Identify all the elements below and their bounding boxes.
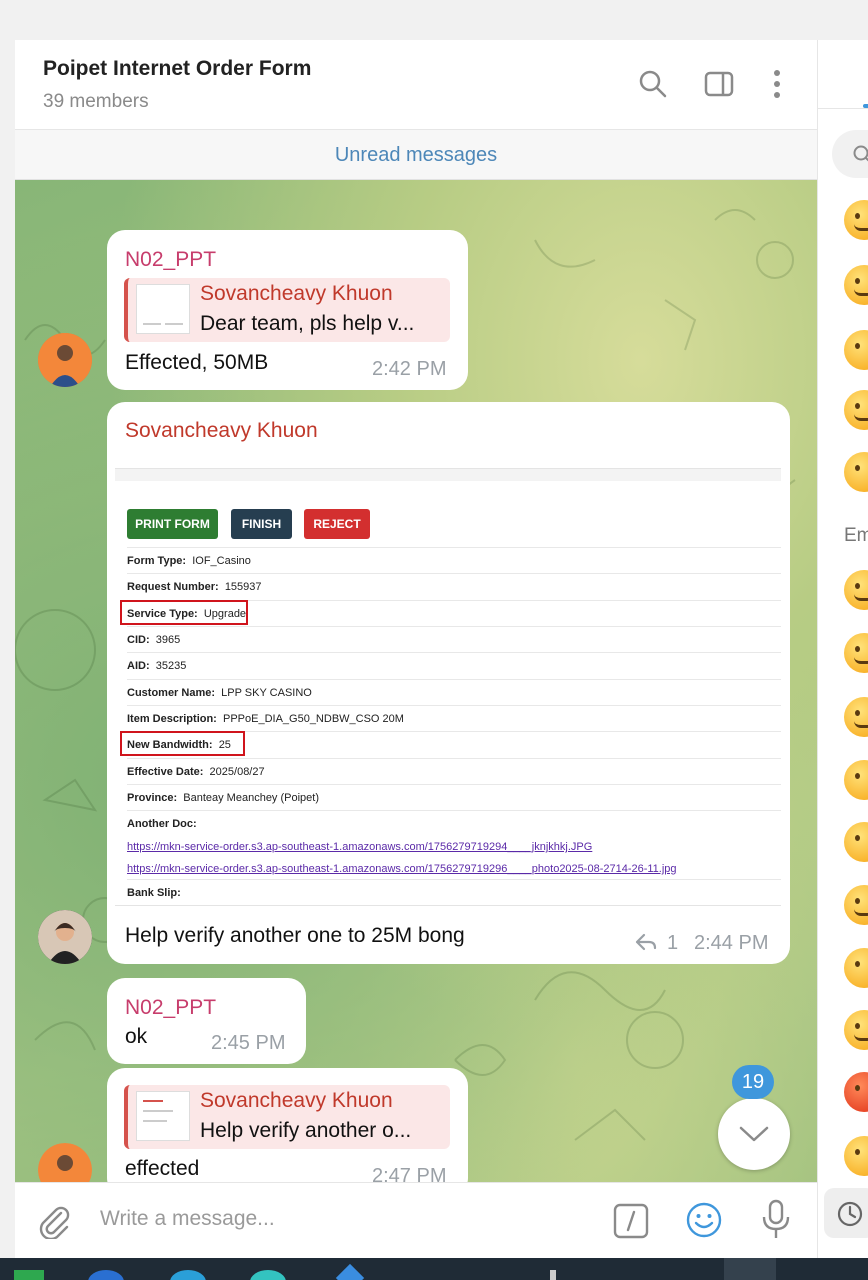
form-field-row: Effective Date: 2025/08/27	[127, 758, 781, 784]
chat-title[interactable]: Poipet Internet Order Form	[43, 57, 311, 81]
form-field-row: Province: Banteay Meanchey (Poipet)	[127, 784, 781, 810]
emoji-item[interactable]	[844, 1072, 868, 1112]
taskbar-app-icon[interactable]	[550, 1270, 556, 1280]
clock-icon	[837, 1201, 863, 1227]
emoji-item[interactable]	[844, 948, 868, 988]
form-field-row: Request Number: 155937	[127, 573, 781, 599]
finish-button: FINISH	[231, 509, 292, 539]
emoji-item[interactable]	[844, 330, 868, 370]
highlight-box	[120, 731, 245, 756]
search-icon[interactable]	[637, 68, 669, 100]
emoji-item[interactable]	[844, 570, 868, 610]
sidebar-toggle-icon[interactable]	[703, 68, 735, 100]
message-text: effected	[125, 1157, 200, 1180]
sender-name[interactable]: N02_PPT	[125, 996, 216, 1020]
message-bubble[interactable]: Sovancheavy Khuon PRINT FORM FINISH REJE…	[107, 402, 790, 964]
unread-count-badge: 19	[732, 1065, 774, 1099]
more-menu-icon[interactable]	[761, 68, 793, 100]
form-field-row: Another Doc:	[127, 810, 781, 836]
document-link: https://mkn-service-order.s3.ap-southeas…	[127, 841, 593, 853]
emoji-item[interactable]	[844, 1010, 868, 1050]
reply-sender-name: Sovancheavy Khuon	[200, 282, 393, 305]
avatar[interactable]	[38, 333, 92, 387]
message-time: 2:44 PM	[694, 932, 769, 954]
highlight-box	[120, 600, 248, 625]
taskbar-app-icon[interactable]	[170, 1270, 206, 1280]
taskbar-active-app[interactable]	[724, 1258, 776, 1280]
message-input[interactable]: Write a message...	[100, 1207, 275, 1231]
emoji-item[interactable]	[844, 697, 868, 737]
reply-sender-name: Sovancheavy Khuon	[200, 1089, 393, 1112]
message-list[interactable]: N02_PPT Sovancheavy Khuon Dear team, pls…	[15, 180, 817, 1182]
start-icon[interactable]	[14, 1270, 44, 1280]
form-field-row: Item Description: PPPoE_DIA_G50_NDBW_CSO…	[127, 705, 781, 731]
reply-preview[interactable]: Sovancheavy Khuon Dear team, pls help v.…	[124, 278, 450, 342]
reply-text: Dear team, pls help v...	[200, 312, 415, 335]
chat-header[interactable]: Poipet Internet Order Form 39 members	[15, 40, 817, 130]
message-bubble[interactable]: N02_PPT ok 2:45 PM	[107, 978, 306, 1064]
emoji-item[interactable]	[844, 633, 868, 673]
form-field-row: Form Type: IOF_Casino	[127, 547, 781, 573]
emoji-item[interactable]	[844, 760, 868, 800]
bot-commands-icon[interactable]	[613, 1203, 649, 1239]
form-field-row: Customer Name: LPP SKY CASINO	[127, 679, 781, 705]
message-bubble[interactable]: N02_PPT Sovancheavy Khuon Dear team, pls…	[107, 230, 468, 390]
search-icon	[853, 145, 868, 162]
chat-window: Poipet Internet Order Form 39 members Un…	[15, 40, 817, 1258]
document-link: https://mkn-service-order.s3.ap-southeas…	[127, 863, 677, 875]
reply-preview[interactable]: Sovancheavy Khuon Help verify another o.…	[124, 1085, 450, 1149]
taskbar-app-icon[interactable]	[335, 1263, 365, 1280]
reply-count[interactable]: 1	[667, 932, 678, 955]
message-time: 2:47 PM	[372, 1165, 447, 1182]
member-count: 39 members	[43, 91, 149, 112]
sender-name[interactable]: N02_PPT	[125, 248, 216, 272]
emoji-item[interactable]	[844, 822, 868, 862]
emoji-section-label: Em	[844, 525, 868, 546]
message-time: 2:45 PM	[211, 1032, 286, 1054]
form-field-row: Bank Slip:	[127, 879, 781, 905]
microphone-icon[interactable]	[761, 1199, 791, 1241]
emoji-item[interactable]	[844, 265, 868, 305]
reply-text: Help verify another o...	[200, 1119, 412, 1142]
scroll-to-bottom-button[interactable]	[718, 1098, 790, 1170]
os-taskbar	[0, 1258, 868, 1280]
emoji-icon[interactable]	[685, 1201, 723, 1239]
message-text: Effected, 50MB	[125, 351, 269, 374]
taskbar-app-icon[interactable]	[250, 1270, 286, 1280]
message-composer: Write a message...	[15, 1182, 817, 1258]
emoji-item[interactable]	[844, 452, 868, 492]
form-field-row: AID: 35235	[127, 652, 781, 678]
reply-arrow-icon[interactable]	[635, 932, 657, 952]
taskbar-app-icon[interactable]	[88, 1270, 124, 1280]
emoji-item[interactable]	[844, 885, 868, 925]
form-screenshot-image[interactable]: PRINT FORM FINISH REJECT Form Type: IOF_…	[115, 468, 781, 906]
active-tab-indicator	[863, 104, 868, 108]
print-form-button: PRINT FORM	[127, 509, 218, 539]
recent-emoji-tab[interactable]	[824, 1188, 868, 1238]
emoji-item[interactable]	[844, 390, 868, 430]
message-text: ok	[125, 1025, 148, 1048]
emoji-item[interactable]	[844, 200, 868, 240]
reply-thumbnail	[136, 1091, 190, 1141]
form-field-row: CID: 3965	[127, 626, 781, 652]
unread-messages-divider: Unread messages	[15, 130, 817, 180]
message-time: 2:42 PM	[372, 358, 447, 380]
emoji-panel: Em	[817, 40, 868, 1258]
chevron-down-icon	[739, 1126, 769, 1142]
avatar[interactable]	[38, 910, 92, 964]
emoji-item[interactable]	[844, 1136, 868, 1176]
attach-icon[interactable]	[37, 1203, 71, 1239]
message-text: Help verify another one to 25M bong	[125, 924, 465, 947]
sender-name[interactable]: Sovancheavy Khuon	[125, 419, 318, 443]
message-bubble[interactable]: Sovancheavy Khuon Help verify another o.…	[107, 1068, 468, 1182]
reject-button: REJECT	[304, 509, 370, 539]
window-top-strip	[0, 0, 868, 40]
reply-thumbnail	[136, 284, 190, 334]
emoji-search-input[interactable]	[832, 130, 868, 178]
